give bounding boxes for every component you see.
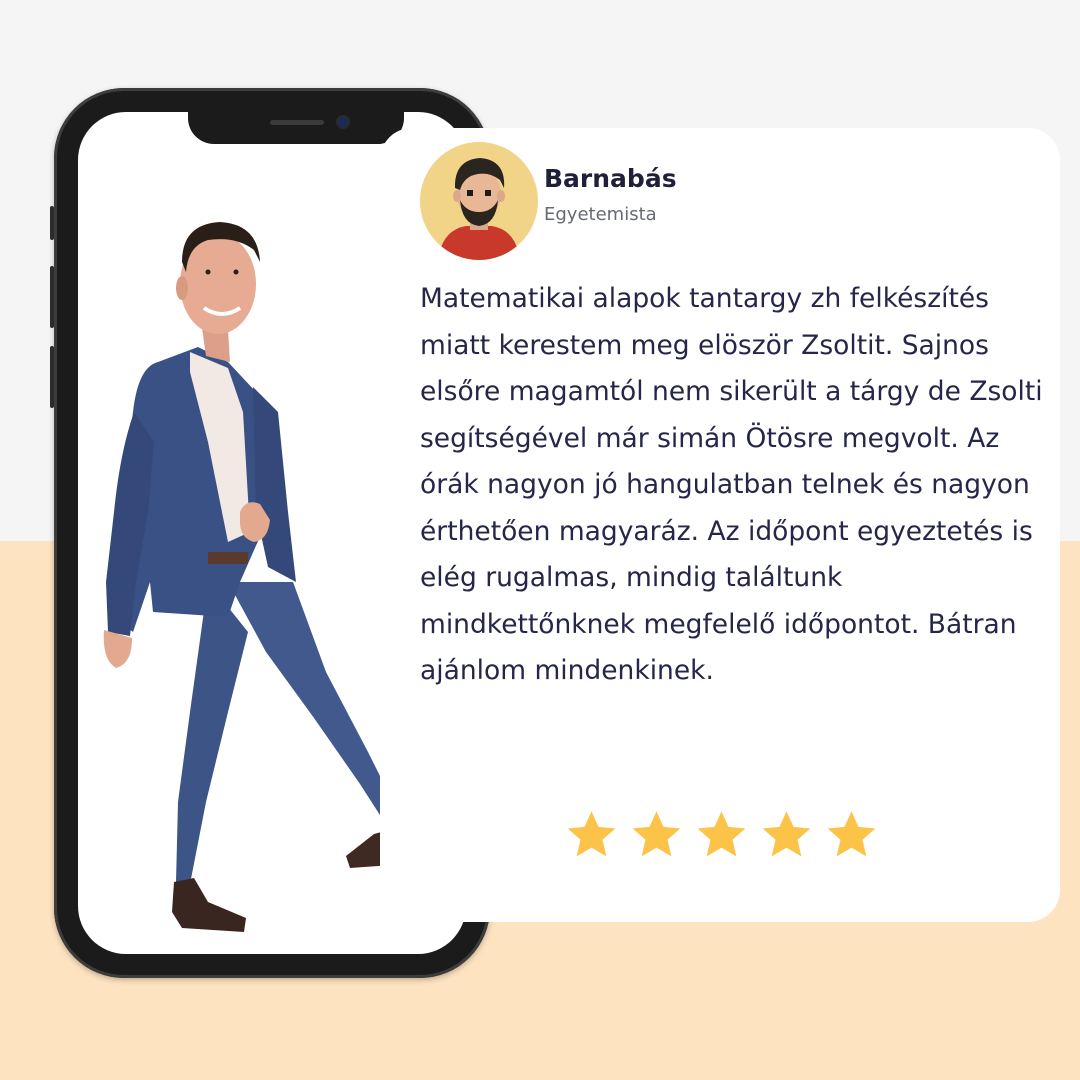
reviewer-name: Barnabás (544, 164, 677, 193)
front-camera-icon (338, 117, 348, 127)
star-icon (697, 811, 746, 857)
man-avatar-icon (420, 142, 538, 260)
rating-stars (564, 808, 879, 862)
phone-volume-down (50, 346, 54, 408)
star-icon (827, 811, 876, 857)
reviewer-role: Egyetemista (544, 204, 657, 225)
testimonial-card: Barnabás Egyetemista Matematikai alapok … (380, 128, 1060, 922)
star-icon (567, 811, 616, 857)
phone-volume-up (50, 266, 54, 328)
phone-notch (188, 112, 404, 144)
review-text: Matematikai alapok tantargy zh felkészít… (420, 283, 1043, 686)
phone-mute-switch (50, 206, 54, 240)
star-icon (632, 811, 681, 857)
star-icon (762, 811, 811, 857)
phone-speaker (270, 120, 324, 125)
